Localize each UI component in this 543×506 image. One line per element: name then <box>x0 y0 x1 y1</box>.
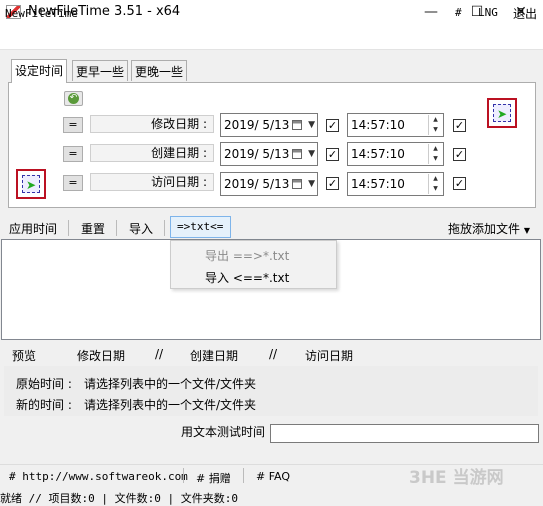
txt-menu-button[interactable]: =>txt<= <box>170 216 231 238</box>
date-value-created: 2019/ 5/13 <box>224 147 290 161</box>
calendar-icon <box>292 120 302 130</box>
chevron-down-icon: ▼ <box>523 226 530 235</box>
date-picker-created[interactable]: 2019/ 5/13 ▼ <box>220 142 318 166</box>
preview-label: 预览 <box>12 349 37 363</box>
checkbox-accessed-date[interactable]: ✓ <box>326 177 339 190</box>
txt-dropdown-menu: 导出 ==>*.txt 导入 <==*.txt <box>170 240 337 289</box>
reset-button[interactable]: 重置 <box>81 220 105 237</box>
menu-item-export-txt[interactable]: 导出 ==>*.txt <box>205 247 289 264</box>
file-time-icon[interactable]: ➤ <box>487 98 517 128</box>
original-time-label: 原始时间 : <box>16 377 72 391</box>
calendar-icon <box>292 149 302 159</box>
label-accessed: 访问日期 : <box>90 173 214 191</box>
tab-earlier[interactable]: 更早一些 <box>72 60 129 81</box>
undo-button[interactable]: ↶ <box>64 91 83 106</box>
link-separator <box>183 468 184 483</box>
tab-later[interactable]: 更晚一些 <box>131 60 188 81</box>
equal-button-modified[interactable]: = <box>63 117 83 133</box>
calendar-icon <box>292 179 302 189</box>
checkbox-accessed-time[interactable]: ✓ <box>453 177 466 190</box>
time-spinner[interactable]: ▲ ▼ <box>428 174 442 194</box>
time-field-created[interactable]: 14:57:10 ▲ ▼ <box>347 142 444 166</box>
drop-add-files-label: 拖放添加文件 <box>448 222 521 236</box>
import-button[interactable]: 导入 <box>129 220 153 237</box>
menu-hash[interactable]: # <box>455 6 462 19</box>
toolbar-separator <box>116 220 117 236</box>
menu-language[interactable]: LNG <box>478 6 498 19</box>
toolbar-separator <box>68 220 69 236</box>
time-value-modified: 14:57:10 <box>351 118 405 132</box>
time-value-accessed: 14:57:10 <box>351 177 405 191</box>
menu-app-name[interactable]: NewFileTime <box>5 7 78 20</box>
website-link[interactable]: # http://www.softwareok.com <box>9 470 188 483</box>
date-value-accessed: 2019/ 5/13 <box>224 177 290 191</box>
drop-add-files-button[interactable]: 拖放添加文件 ▼ <box>448 220 530 237</box>
time-field-accessed[interactable]: 14:57:10 ▲ ▼ <box>347 172 444 196</box>
checkbox-created-date[interactable]: ✓ <box>326 148 339 161</box>
checkbox-modified-time[interactable]: ✓ <box>453 119 466 132</box>
equal-button-accessed[interactable]: = <box>63 175 83 191</box>
chevron-down-icon: ▼ <box>308 120 315 130</box>
minimize-button[interactable]: — <box>408 0 454 24</box>
new-time-label: 新的时间 : <box>16 398 72 412</box>
time-field-modified[interactable]: 14:57:10 ▲ ▼ <box>347 113 444 137</box>
time-value-created: 14:57:10 <box>351 147 405 161</box>
toolbar-separator <box>164 220 165 236</box>
preview-separator: // <box>155 347 164 361</box>
menu-item-import-txt[interactable]: 导入 <==*.txt <box>205 269 289 286</box>
label-created: 创建日期 : <box>90 144 214 162</box>
date-picker-modified[interactable]: 2019/ 5/13 ▼ <box>220 113 318 137</box>
donate-link[interactable]: # 捐赠 <box>196 470 231 486</box>
undo-icon: ↶ <box>68 93 79 104</box>
link-separator <box>243 468 244 483</box>
menu-exit[interactable]: 退出 <box>513 5 537 22</box>
chevron-down-icon: ▼ <box>308 149 315 159</box>
test-time-input[interactable] <box>270 424 539 443</box>
label-modified: 修改日期 : <box>90 115 214 133</box>
watermark-logo: 3HE 当游网 <box>409 468 504 488</box>
date-picker-accessed[interactable]: 2019/ 5/13 ▼ <box>220 172 318 196</box>
preview-modified: 修改日期 <box>77 349 126 363</box>
preview-separator: // <box>269 347 278 361</box>
menu-bar <box>0 24 543 50</box>
checkbox-modified-date[interactable]: ✓ <box>326 119 339 132</box>
equal-button-created[interactable]: = <box>63 146 83 162</box>
original-time-value: 请选择列表中的一个文件/文件夹 <box>84 377 257 391</box>
status-bar: 就绪 // 项目数:0 | 文件数:0 | 文件夹数:0 <box>0 492 238 505</box>
apply-time-button[interactable]: 应用时间 <box>9 220 57 237</box>
test-time-label: 用文本测试时间 <box>181 425 266 439</box>
file-time-icon-left[interactable]: ➤ <box>16 169 46 199</box>
preview-accessed: 访问日期 <box>305 349 354 363</box>
preview-created: 创建日期 <box>190 349 239 363</box>
chevron-down-icon: ▼ <box>308 179 315 189</box>
time-spinner[interactable]: ▲ ▼ <box>428 115 442 135</box>
date-value-modified: 2019/ 5/13 <box>224 118 290 132</box>
time-spinner[interactable]: ▲ ▼ <box>428 144 442 164</box>
new-time-value: 请选择列表中的一个文件/文件夹 <box>84 398 257 412</box>
tab-set-time[interactable]: 设定时间 <box>11 59 68 83</box>
faq-link[interactable]: # FAQ <box>256 470 290 483</box>
checkbox-created-time[interactable]: ✓ <box>453 148 466 161</box>
